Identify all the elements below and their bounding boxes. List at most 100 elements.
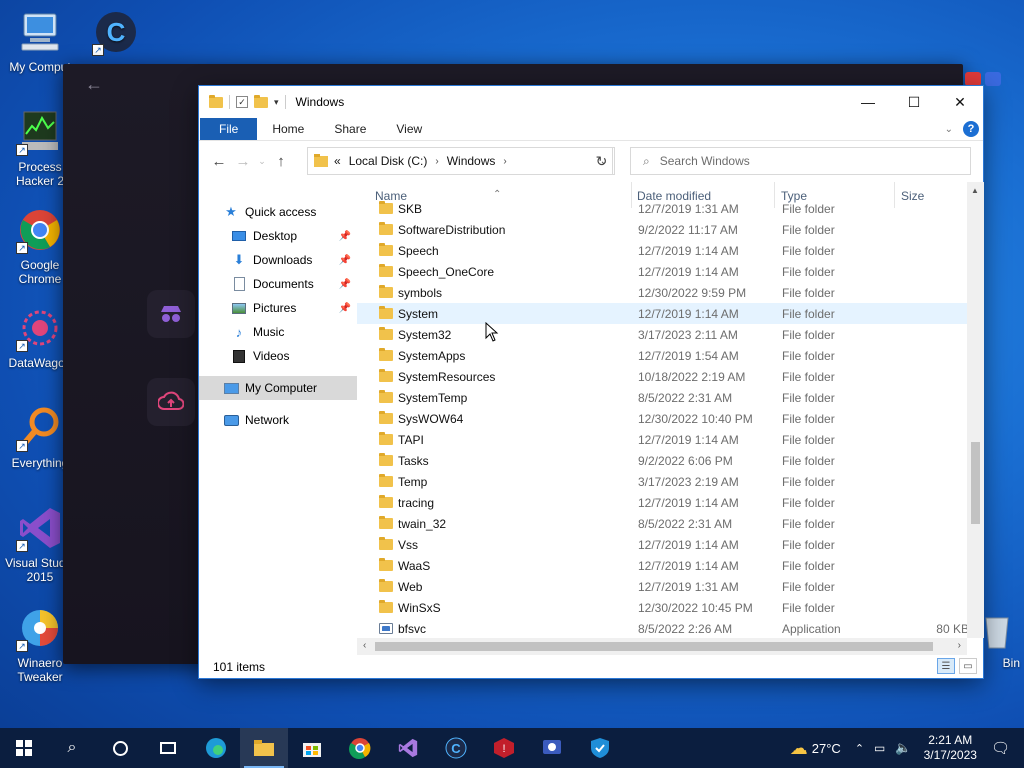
table-row[interactable]: System 12/7/2019 1:14 AM File folder (357, 303, 983, 324)
forward-button[interactable]: → (231, 153, 255, 170)
notifications-icon[interactable]: 🗨 (991, 739, 1010, 757)
network-status-icon[interactable]: ▭ (874, 741, 885, 755)
table-row[interactable]: bfsvc 8/5/2022 2:26 AM Application 80 KB (357, 618, 983, 638)
search-button[interactable]: ⌕ (48, 728, 96, 768)
address-bar[interactable]: « Local Disk (C:) › Windows › ⌄ (307, 147, 613, 175)
table-row[interactable]: Web 12/7/2019 1:31 AM File folder (357, 576, 983, 597)
scroll-thumb[interactable] (375, 642, 933, 651)
table-row[interactable]: SoftwareDistribution 9/2/2022 11:17 AM Fil… (357, 219, 983, 240)
table-row[interactable]: twain_32 8/5/2022 2:31 AM File folder (357, 513, 983, 534)
recent-locations-icon[interactable]: ⌄ (255, 156, 269, 167)
nav-documents[interactable]: Documents 📌 (199, 272, 357, 296)
customize-dropdown-icon[interactable]: ▾ (274, 97, 279, 108)
up-button[interactable]: ↑ (269, 153, 293, 170)
taskbar-ccleaner[interactable]: C (432, 728, 480, 768)
pin-icon[interactable]: 📌 (339, 279, 351, 290)
taskbar-security-app[interactable]: ! (480, 728, 528, 768)
taskbar-edge[interactable] (192, 728, 240, 768)
search-icon: ⌕ (643, 153, 650, 168)
table-row[interactable]: Tasks 9/2/2022 6:06 PM File folder (357, 450, 983, 471)
start-button[interactable] (0, 728, 48, 768)
table-row[interactable]: SystemResources 10/18/2022 2:19 AM File fo… (357, 366, 983, 387)
taskbar-visual-studio[interactable] (384, 728, 432, 768)
taskbar-vpn-app[interactable] (576, 728, 624, 768)
table-row[interactable]: Vss 12/7/2019 1:14 AM File folder (357, 534, 983, 555)
table-row[interactable]: WaaS 12/7/2019 1:14 AM File folder (357, 555, 983, 576)
table-row[interactable]: System32 3/17/2023 2:11 AM File folder (357, 324, 983, 345)
nav-videos[interactable]: Videos (199, 344, 357, 368)
new-folder-icon[interactable] (254, 94, 268, 108)
tab-view[interactable]: View (381, 118, 437, 140)
nav-downloads[interactable]: ⬇ Downloads 📌 (199, 248, 357, 272)
nav-music[interactable]: ♪ Music (199, 320, 357, 344)
refresh-button[interactable]: ↻ (589, 147, 615, 175)
taskbar-remote-app[interactable] (528, 728, 576, 768)
nav-my-computer[interactable]: My Computer (199, 376, 357, 400)
breadcrumb-windows[interactable]: Windows (447, 154, 496, 168)
nav-pictures[interactable]: Pictures 📌 (199, 296, 357, 320)
search-box[interactable]: ⌕ Search Windows (630, 147, 971, 175)
desktop-icon-advanced[interactable]: C ↗ (76, 8, 156, 60)
chevron-right-icon[interactable]: › (435, 156, 438, 167)
ccleaner-icon: C ↗ (92, 8, 140, 56)
taskbar-store[interactable] (288, 728, 336, 768)
table-row[interactable]: SystemApps 12/7/2019 1:54 AM File folder (357, 345, 983, 366)
volume-icon[interactable]: 🔈 (895, 740, 911, 756)
table-row[interactable]: SystemTemp 8/5/2022 2:31 AM File folder (357, 387, 983, 408)
pin-icon[interactable]: 📌 (339, 255, 351, 266)
tab-home[interactable]: Home (257, 118, 319, 140)
exit-icon[interactable] (985, 72, 1001, 86)
scroll-thumb[interactable] (971, 442, 980, 524)
table-row[interactable]: TAPI 12/7/2019 1:14 AM File folder (357, 429, 983, 450)
scroll-right-icon[interactable]: › (958, 640, 961, 651)
cloud-upload-button[interactable] (147, 378, 195, 426)
table-row[interactable]: Speech_OneCore 12/7/2019 1:14 AM File fold… (357, 261, 983, 282)
nav-network[interactable]: Network (199, 408, 357, 432)
clock[interactable]: 2:21 AM 3/17/2023 (924, 733, 977, 763)
file-type: File folder (782, 475, 835, 489)
help-icon[interactable]: ? (963, 121, 979, 137)
chevron-right-icon[interactable]: › (503, 156, 506, 167)
table-row[interactable]: SKB 12/7/2019 1:31 AM File folder (357, 198, 983, 219)
cortana-button[interactable] (96, 728, 144, 768)
large-icons-view-button[interactable]: ▭ (959, 658, 977, 674)
title-bar[interactable]: ✓ ▾ Windows — ☐ ✕ (199, 86, 983, 118)
back-arrow-icon[interactable]: ← (85, 74, 103, 95)
file-name: Tasks (398, 454, 429, 468)
vertical-scrollbar[interactable]: ▲ (967, 182, 984, 638)
incognito-button[interactable] (147, 290, 195, 338)
table-row[interactable]: SysWOW64 12/30/2022 10:40 PM File folder (357, 408, 983, 429)
tab-share[interactable]: Share (319, 118, 381, 140)
back-button[interactable]: ← (207, 153, 231, 170)
taskbar-file-explorer[interactable] (240, 728, 288, 768)
pin-icon[interactable]: 📌 (339, 231, 351, 242)
breadcrumb-local-disk[interactable]: Local Disk (C:) (349, 154, 428, 168)
table-row[interactable]: symbols 12/30/2022 9:59 PM File folder (357, 282, 983, 303)
task-view-button[interactable] (144, 728, 192, 768)
nav-quick-access[interactable]: ★ Quick access (199, 200, 357, 224)
details-view-button[interactable]: ☰ (937, 658, 955, 674)
breadcrumb-overflow[interactable]: « (334, 154, 341, 168)
weather-temperature[interactable]: 27°C (812, 741, 841, 756)
nav-desktop[interactable]: Desktop 📌 (199, 224, 357, 248)
pin-icon[interactable]: 📌 (339, 303, 351, 314)
close-button[interactable]: ✕ (937, 86, 983, 118)
table-row[interactable]: tracing 12/7/2019 1:14 AM File folder (357, 492, 983, 513)
table-row[interactable]: Temp 3/17/2023 2:19 AM File folder (357, 471, 983, 492)
scroll-left-icon[interactable]: ‹ (363, 640, 366, 651)
folder-icon (379, 537, 393, 550)
maximize-button[interactable]: ☐ (891, 86, 937, 118)
scroll-up-icon[interactable]: ▲ (971, 186, 979, 195)
table-row[interactable]: WinSxS 12/30/2022 10:45 PM File folder (357, 597, 983, 618)
record-icon[interactable] (965, 72, 981, 86)
horizontal-scrollbar[interactable]: ‹ › (357, 638, 967, 655)
minimize-button[interactable]: — (845, 86, 891, 118)
expand-ribbon-icon[interactable]: ⌄ (945, 124, 953, 135)
taskbar-chrome[interactable] (336, 728, 384, 768)
properties-icon[interactable]: ✓ (236, 96, 248, 108)
table-row[interactable]: Speech 12/7/2019 1:14 AM File folder (357, 240, 983, 261)
show-hidden-icons-icon[interactable]: ⌃ (855, 742, 864, 755)
weather-cloud-icon[interactable]: ☁ (790, 738, 808, 759)
file-explorer-window[interactable]: ✓ ▾ Windows — ☐ ✕ File Home Share View ⌄… (198, 85, 984, 679)
tab-file[interactable]: File (200, 118, 258, 140)
